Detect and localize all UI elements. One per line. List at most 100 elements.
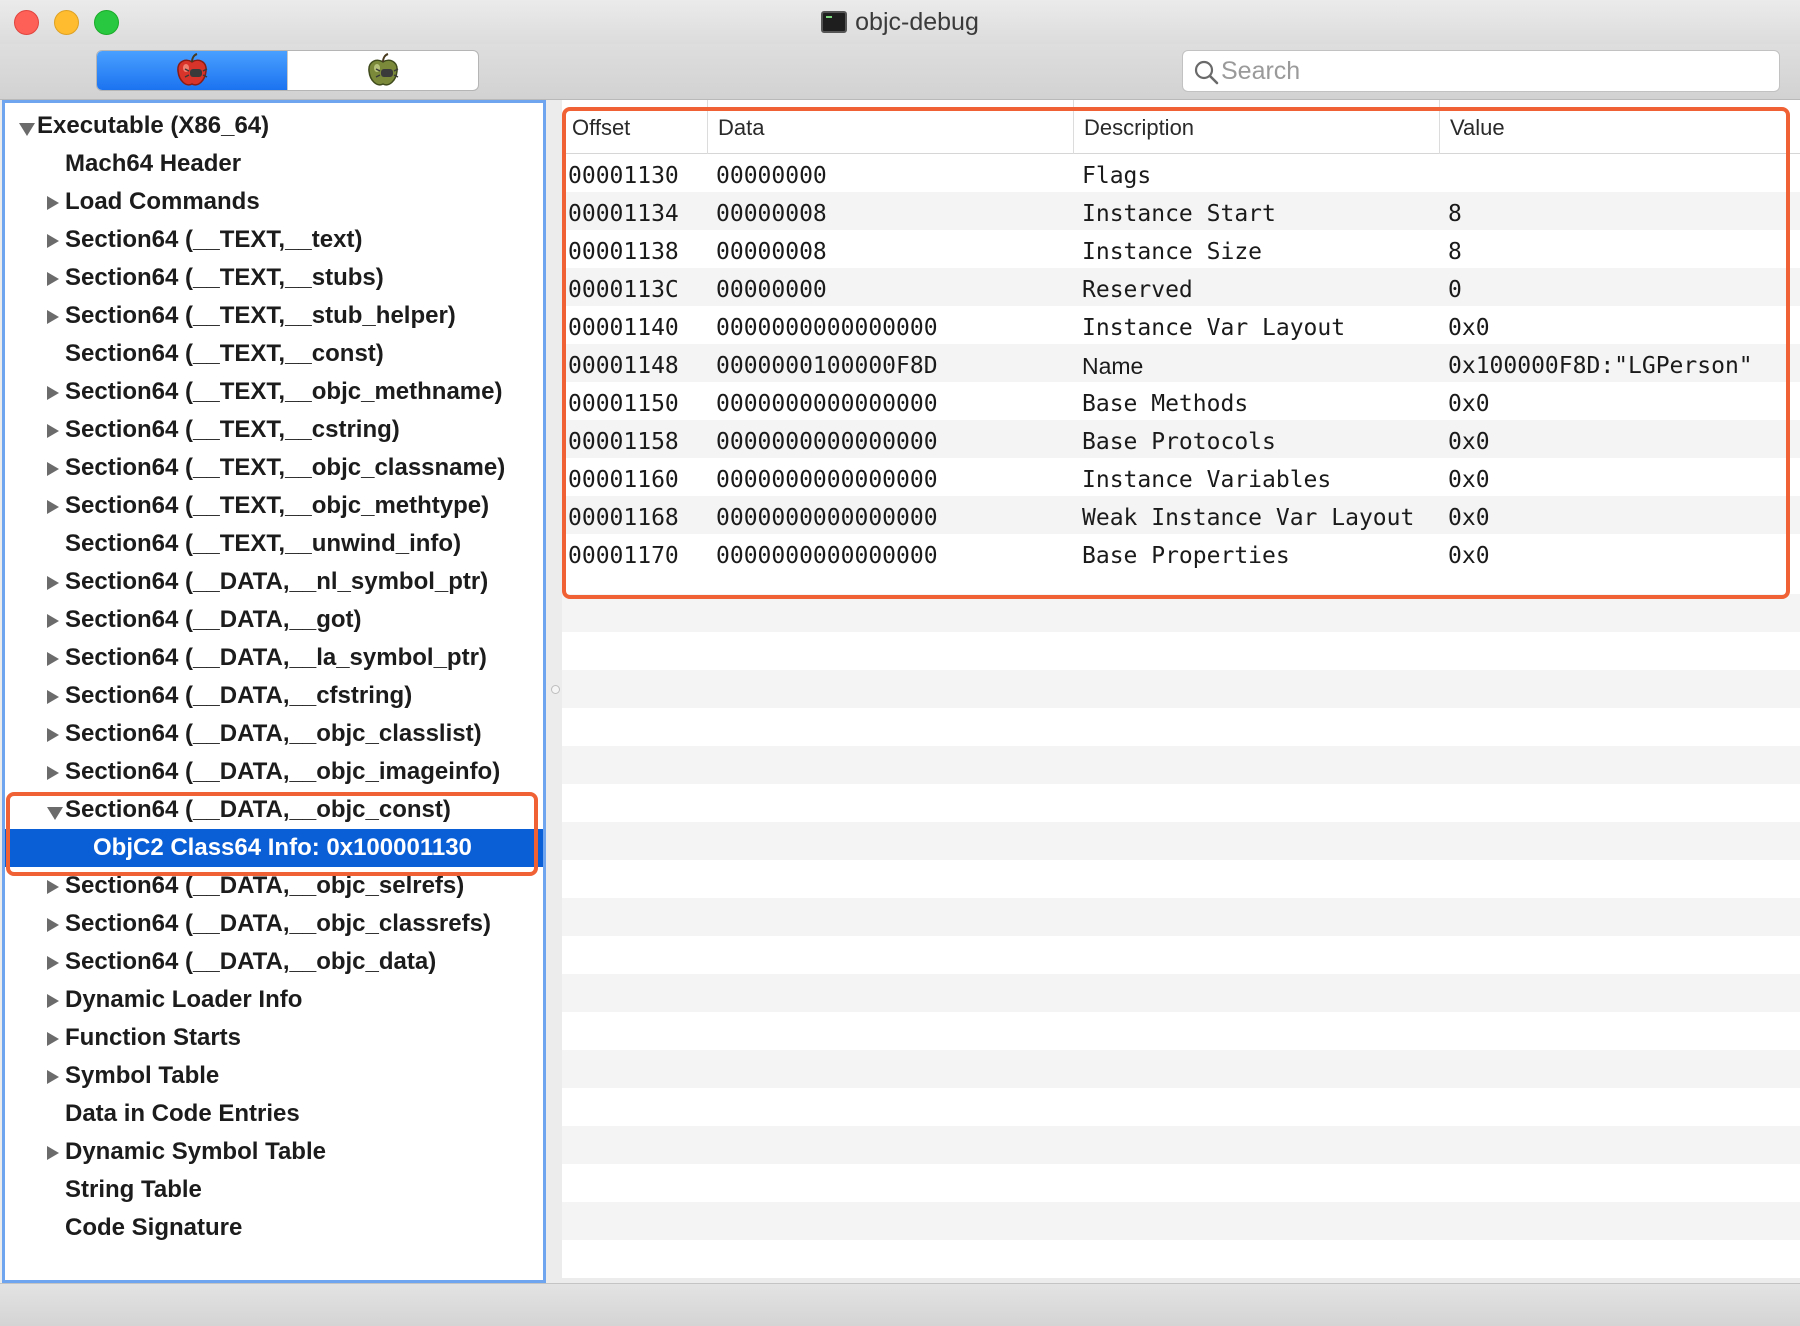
disclosure-triangle-collapsed-icon[interactable] xyxy=(47,614,59,628)
disclosure-triangle-collapsed-icon[interactable] xyxy=(47,994,59,1008)
sidebar-item-label: Function Starts xyxy=(65,1024,242,1051)
sidebar-item[interactable]: Mach64 Header xyxy=(5,145,543,183)
sidebar-item[interactable]: Section64 (__TEXT,__objc_classname) xyxy=(5,449,543,487)
disclosure-triangle-collapsed-icon[interactable] xyxy=(47,1146,59,1160)
sidebar-item[interactable]: Executable (X86_64) xyxy=(5,107,543,145)
cell-offset: 00001150 xyxy=(568,391,679,417)
disclosure-triangle-collapsed-icon[interactable] xyxy=(47,196,59,210)
disclosure-triangle-expanded-icon[interactable] xyxy=(47,807,63,820)
table-row[interactable]: 00001150 0000000000000000 Base Methods 0x0 xyxy=(562,382,1800,420)
sidebar-item[interactable]: Code Signature xyxy=(5,1209,543,1247)
sidebar-item[interactable]: Section64 (__TEXT,__objc_methtype) xyxy=(5,487,543,525)
sidebar-item[interactable]: Section64 (__DATA,__cfstring) xyxy=(5,677,543,715)
column-header-offset[interactable]: Offset xyxy=(562,100,708,154)
sidebar-item[interactable]: Section64 (__TEXT,__const) xyxy=(5,335,543,373)
divider-handle[interactable] xyxy=(551,685,560,694)
cell-data: 0000000000000000 xyxy=(716,315,938,341)
disclosure-triangle-collapsed-icon[interactable] xyxy=(47,310,59,324)
sidebar-item[interactable]: Section64 (__DATA,__objc_data) xyxy=(5,943,543,981)
sidebar-item[interactable]: Dynamic Symbol Table xyxy=(5,1133,543,1171)
detail-table[interactable]: Offset Data Description Value 00001130 00… xyxy=(562,100,1800,1278)
disclosure-triangle-collapsed-icon[interactable] xyxy=(47,690,59,704)
sidebar-item-label: Data in Code Entries xyxy=(65,1100,300,1127)
column-header-description[interactable]: Description xyxy=(1074,100,1440,154)
table-row[interactable]: 00001138 00000008 Instance Size 8 xyxy=(562,230,1800,268)
sidebar-item[interactable]: String Table xyxy=(5,1171,543,1209)
sidebar-item[interactable]: Section64 (__DATA,__nl_symbol_ptr) xyxy=(5,563,543,601)
raw-view-segment[interactable] xyxy=(97,51,287,90)
sidebar-item-label: Mach64 Header xyxy=(65,150,242,177)
disclosure-triangle-collapsed-icon[interactable] xyxy=(47,386,59,400)
table-row[interactable]: 00001148 0000000100000F8D Name 0x100000F8D:… xyxy=(562,344,1800,382)
sidebar-item[interactable]: Section64 (__TEXT,__text) xyxy=(5,221,543,259)
window-bottom-bar xyxy=(0,1283,1800,1326)
disclosure-triangle-collapsed-icon[interactable] xyxy=(47,576,59,590)
sidebar-outline[interactable]: Executable (X86_64) Mach64 Header Load Com… xyxy=(2,100,546,1283)
sidebar-item[interactable]: Load Commands xyxy=(5,183,543,221)
sidebar-item-selected[interactable]: ObjC2 Class64 Info: 0x100001130 xyxy=(5,829,543,867)
sidebar-item[interactable]: Section64 (__DATA,__la_symbol_ptr) xyxy=(5,639,543,677)
sidebar-item[interactable]: Section64 (__DATA,__objc_selrefs) xyxy=(5,867,543,905)
sidebar-item[interactable]: Section64 (__TEXT,__cstring) xyxy=(5,411,543,449)
sidebar-item[interactable]: Function Starts xyxy=(5,1019,543,1057)
table-row[interactable]: 00001134 00000008 Instance Start 8 xyxy=(562,192,1800,230)
window-title-group: objc-debug xyxy=(0,8,1800,37)
disclosure-triangle-collapsed-icon[interactable] xyxy=(47,880,59,894)
sidebar-item[interactable]: Section64 (__TEXT,__stub_helper) xyxy=(5,297,543,335)
sidebar-item-label: Section64 (__TEXT,__objc_methname) xyxy=(65,378,503,405)
sidebar-item[interactable]: Section64 (__DATA,__objc_classrefs) xyxy=(5,905,543,943)
column-header-data[interactable]: Data xyxy=(708,100,1074,154)
cell-description: Base Protocols xyxy=(1082,429,1276,455)
table-row[interactable]: 00001130 00000000 Flags xyxy=(562,154,1800,192)
sidebar-item-label: Section64 (__DATA,__objc_const) xyxy=(65,796,451,823)
table-row[interactable]: 00001158 0000000000000000 Base Protocols 0x… xyxy=(562,420,1800,458)
disclosure-triangle-collapsed-icon[interactable] xyxy=(47,424,59,438)
sidebar-item-label: Section64 (__DATA,__objc_imageinfo) xyxy=(65,758,501,785)
disclosure-triangle-collapsed-icon[interactable] xyxy=(47,1070,59,1084)
disclosure-triangle-collapsed-icon[interactable] xyxy=(47,956,59,970)
disclosure-triangle-expanded-icon[interactable] xyxy=(19,123,35,136)
cell-value: 0x0 xyxy=(1448,543,1490,569)
sidebar-item[interactable]: Data in Code Entries xyxy=(5,1095,543,1133)
sidebar-item[interactable]: Section64 (__DATA,__objc_imageinfo) xyxy=(5,753,543,791)
sidebar-item[interactable]: Section64 (__DATA,__got) xyxy=(5,601,543,639)
table-row[interactable]: 00001170 0000000000000000 Base Properties 0… xyxy=(562,534,1800,572)
sidebar-item[interactable]: Section64 (__DATA,__objc_classlist) xyxy=(5,715,543,753)
rva-view-segment[interactable] xyxy=(287,51,478,90)
disclosure-triangle-collapsed-icon[interactable] xyxy=(47,766,59,780)
sidebar-item-label: Symbol Table xyxy=(65,1062,220,1089)
disclosure-triangle-collapsed-icon[interactable] xyxy=(47,234,59,248)
column-header-value[interactable]: Value xyxy=(1440,100,1800,154)
search-input[interactable] xyxy=(1221,55,1761,87)
disclosure-triangle-collapsed-icon[interactable] xyxy=(47,918,59,932)
cell-description: Instance Variables xyxy=(1082,467,1332,493)
sidebar-item[interactable]: Section64 (__TEXT,__stubs) xyxy=(5,259,543,297)
table-row[interactable]: 00001140 0000000000000000 Instance Var Lay… xyxy=(562,306,1800,344)
table-row[interactable]: 00001160 0000000000000000 Instance Variabl… xyxy=(562,458,1800,496)
cell-value: 0x0 xyxy=(1448,315,1490,341)
table-row[interactable]: 0000113C 00000000 Reserved 0 xyxy=(562,268,1800,306)
disclosure-triangle-collapsed-icon[interactable] xyxy=(47,462,59,476)
disclosure-triangle-collapsed-icon[interactable] xyxy=(47,728,59,742)
cell-data: 00000008 xyxy=(716,239,827,265)
sidebar-item[interactable]: Section64 (__TEXT,__objc_methname) xyxy=(5,373,543,411)
sidebar-item[interactable]: Symbol Table xyxy=(5,1057,543,1095)
search-field[interactable] xyxy=(1182,50,1780,92)
disclosure-triangle-collapsed-icon[interactable] xyxy=(47,500,59,514)
disclosure-triangle-collapsed-icon[interactable] xyxy=(47,1032,59,1046)
sidebar-item[interactable]: Section64 (__DATA,__objc_const) xyxy=(5,791,543,829)
cell-description: Base Properties xyxy=(1082,543,1290,569)
sidebar-item[interactable]: Dynamic Loader Info xyxy=(5,981,543,1019)
cell-data: 00000008 xyxy=(716,201,827,227)
cell-description: Reserved xyxy=(1082,277,1193,303)
cell-description: Base Methods xyxy=(1082,391,1249,417)
table-row[interactable]: 00001168 0000000000000000 Weak Instance Va… xyxy=(562,496,1800,534)
cell-description: Instance Size xyxy=(1082,239,1263,265)
cell-offset: 00001138 xyxy=(568,239,679,265)
sidebar-item[interactable]: Section64 (__TEXT,__unwind_info) xyxy=(5,525,543,563)
disclosure-triangle-collapsed-icon[interactable] xyxy=(47,652,59,666)
disclosure-triangle-collapsed-icon[interactable] xyxy=(47,272,59,286)
split-view-divider[interactable] xyxy=(548,100,562,1283)
sidebar-item-label: Section64 (__DATA,__objc_classlist) xyxy=(65,720,482,747)
sidebar-item-label: ObjC2 Class64 Info: 0x100001130 xyxy=(93,834,472,861)
